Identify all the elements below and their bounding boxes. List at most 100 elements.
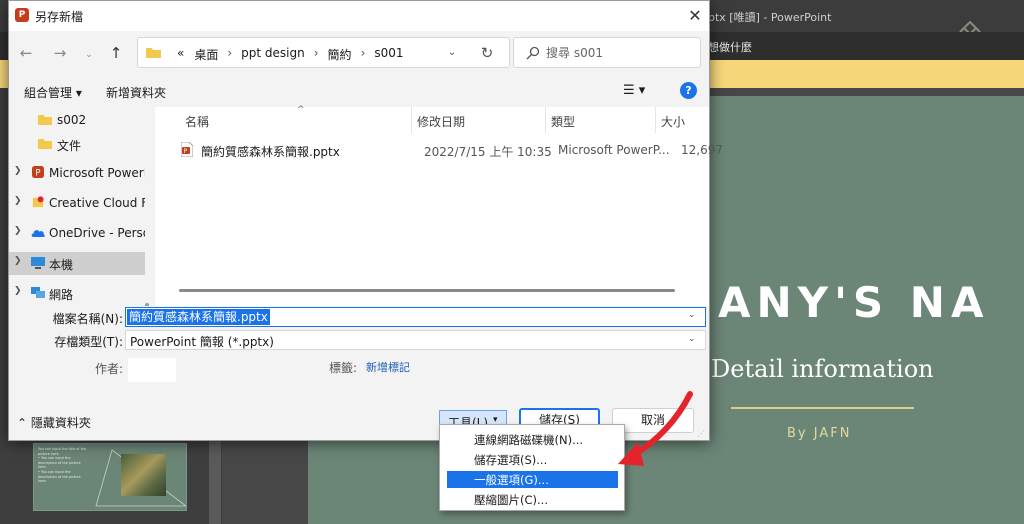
onedrive-icon — [31, 230, 45, 237]
menu-item-map-network-drive[interactable]: 連線網路磁碟機(N)... — [447, 431, 618, 448]
thumbnail-scrollbar[interactable] — [209, 440, 221, 524]
slide-byline[interactable]: By JAFN — [787, 426, 851, 441]
file-name-cell: 簡約質感森林系簡報.pptx — [201, 145, 340, 159]
new-folder-button[interactable]: 新增資料夾 — [106, 84, 166, 101]
filetype-value: PowerPoint 簡報 (*.pptx) — [130, 335, 274, 349]
breadcrumb-item-simple[interactable]: 簡約 — [323, 46, 357, 63]
breadcrumb-separator[interactable]: › — [223, 46, 236, 63]
organize-button[interactable]: 組合管理 ▾ — [24, 84, 82, 101]
author-field[interactable] — [128, 358, 176, 382]
expand-chevron-icon[interactable]: ❯ — [14, 256, 22, 266]
table-row[interactable]: P 簡約質感森林系簡報.pptx 2022/7/15 上午 10:35 Micr… — [173, 139, 723, 161]
sidebar-item-this-pc[interactable]: ❯ 本機 — [9, 252, 145, 275]
column-header-type[interactable]: 類型 — [551, 113, 575, 130]
filetype-label: 存檔類型(T): — [54, 335, 123, 349]
column-divider[interactable] — [545, 107, 546, 133]
save-form: 檔案名稱(N): 簡約質感森林系簡報.pptx ⌄ 存檔類型(T): Power… — [9, 306, 709, 401]
dialog-title-bar: P 另存新檔 ✕ — [9, 1, 709, 31]
sidebar-item-creative-cloud[interactable]: ❯ Creative Cloud Fi — [9, 192, 145, 215]
ribbon-tell-me-search[interactable]: 想做什麼 — [708, 39, 752, 55]
powerpoint-icon: P — [32, 166, 44, 178]
breadcrumb-overflow[interactable]: « — [172, 46, 189, 63]
search-icon — [526, 46, 540, 60]
filename-value: 簡約質感森林系簡報.pptx — [127, 309, 270, 325]
powerpoint-app-icon: P — [15, 8, 29, 22]
forward-arrow-icon[interactable]: → — [49, 41, 71, 65]
up-arrow-icon[interactable]: ↑ — [105, 41, 127, 65]
tags-label: 標籤: — [328, 361, 357, 375]
menu-item-general-options[interactable]: 一般選項(G)... — [447, 471, 618, 488]
slide-title[interactable]: ANY'S NA — [718, 278, 989, 327]
powerpoint-window-title: ptx [唯讀] - PowerPoint — [708, 11, 832, 24]
sidebar-item-label: 文件 — [57, 139, 82, 153]
address-dropdown-chevron-icon[interactable]: ⌄ — [443, 44, 461, 62]
breadcrumb-separator[interactable]: › — [310, 46, 323, 63]
sidebar-item-s002[interactable]: s002 — [9, 109, 145, 132]
horizontal-scrollbar-thumb[interactable] — [179, 289, 675, 292]
sidebar-item-microsoft-powerpoint[interactable]: ❯ P Microsoft PowerP — [9, 162, 145, 185]
expand-chevron-icon[interactable]: ❯ — [14, 226, 22, 236]
computer-icon — [31, 257, 45, 269]
column-divider[interactable] — [411, 107, 412, 133]
folder-icon — [146, 48, 161, 58]
add-tag-link[interactable]: 新增標記 — [366, 359, 410, 375]
pptx-file-icon: P — [181, 142, 193, 157]
thumbnail-photo — [121, 454, 166, 496]
sidebar-item-label: Creative Cloud Fi — [49, 196, 145, 210]
column-header-size[interactable]: 大小 — [661, 113, 685, 130]
menu-item-compress-pictures[interactable]: 壓縮圖片(C)... — [447, 491, 618, 508]
network-icon — [31, 287, 45, 298]
close-button[interactable]: ✕ — [683, 5, 707, 27]
breadcrumb-item-ppt-design[interactable]: ppt design — [236, 46, 310, 63]
sidebar-item-documents[interactable]: 文件 — [9, 133, 145, 156]
filename-dropdown-chevron-icon[interactable]: ⌄ — [688, 310, 696, 320]
sidebar-item-label: Microsoft PowerP — [49, 166, 145, 180]
hide-folders-toggle[interactable]: ⌃ 隱藏資料夾 — [17, 414, 91, 431]
column-header-name[interactable]: 名稱 — [185, 113, 209, 130]
filename-label: 檔案名稱(N): — [52, 312, 123, 326]
file-list: 名稱 ^ 修改日期 類型 大小 P 簡約質感森林系簡報.pptx 2022/7/… — [155, 105, 723, 306]
refresh-icon[interactable]: ↻ — [477, 43, 497, 63]
column-header-modified[interactable]: 修改日期 — [417, 113, 465, 130]
annotation-arrow-icon — [618, 391, 693, 466]
dialog-toolbar: 組合管理 ▾ 新增資料夾 ☰ ▾ ? — [9, 77, 709, 107]
menu-item-save-options[interactable]: 儲存選項(S)... — [447, 451, 618, 468]
recent-locations-chevron-icon[interactable]: ⌄ — [81, 43, 97, 67]
slide-subtitle[interactable]: Detail information — [711, 355, 934, 383]
breadcrumb-item-desktop[interactable]: 桌面 — [189, 46, 223, 63]
svg-text:P: P — [184, 148, 188, 155]
filename-input[interactable]: 簡約質感森林系簡報.pptx ⌄ — [125, 307, 706, 327]
filetype-select[interactable]: PowerPoint 簡報 (*.pptx) ⌄ — [125, 330, 706, 350]
back-arrow-icon[interactable]: ← — [15, 41, 37, 65]
sidebar-item-onedrive[interactable]: ❯ OneDrive - Perso — [9, 222, 145, 245]
sidebar-item-label: 本機 — [49, 258, 74, 272]
view-options-button[interactable]: ☰ ▾ — [623, 83, 645, 98]
sidebar-item-network[interactable]: ❯ 網路 — [9, 282, 145, 305]
filetype-dropdown-chevron-icon[interactable]: ⌄ — [688, 334, 696, 344]
file-modified-cell: 2022/7/15 上午 10:35 — [424, 145, 552, 159]
navigation-pane: s002 文件 ❯ P Microsoft PowerP ❯ Creative … — [9, 107, 153, 306]
file-type-cell: Microsoft PowerP... — [558, 143, 670, 157]
address-bar[interactable]: « 桌面 › ppt design › 簡約 › s001 ⌄ ↻ — [137, 37, 510, 68]
breadcrumb-item-s001[interactable]: s001 — [369, 46, 408, 63]
help-icon[interactable]: ? — [680, 82, 697, 99]
search-input[interactable] — [546, 43, 696, 63]
expand-chevron-icon[interactable]: ❯ — [14, 286, 22, 296]
sort-ascending-icon: ^ — [297, 105, 305, 115]
folder-icon — [38, 115, 52, 125]
svg-text:P: P — [35, 168, 40, 178]
folder-icon — [38, 139, 52, 149]
column-divider[interactable] — [655, 107, 656, 133]
sidebar-item-label: s002 — [57, 113, 87, 127]
sidebar-item-label: 網路 — [49, 288, 74, 302]
dialog-title: 另存新檔 — [35, 10, 84, 24]
search-box[interactable] — [513, 37, 701, 68]
breadcrumb-separator[interactable]: › — [357, 46, 370, 63]
slide-thumbnail[interactable]: You can input the title of the picture h… — [33, 443, 187, 511]
author-label: 作者: — [94, 362, 123, 376]
expand-chevron-icon[interactable]: ❯ — [14, 196, 22, 206]
tools-menu: 連線網路磁碟機(N)... 儲存選項(S)... 一般選項(G)... 壓縮圖片… — [439, 424, 625, 511]
creative-cloud-icon — [32, 196, 44, 208]
expand-chevron-icon[interactable]: ❯ — [14, 166, 22, 176]
file-size-cell: 12,697 — [681, 143, 723, 157]
